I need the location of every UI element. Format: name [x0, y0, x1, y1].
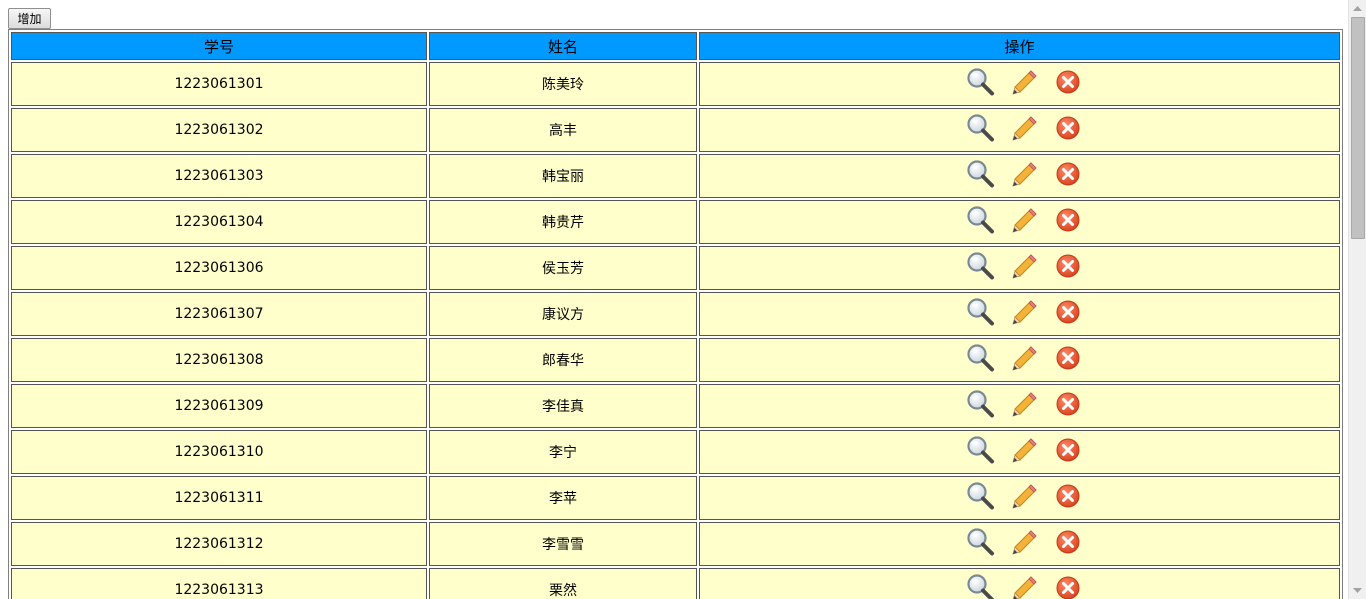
- student-name-cell: 高丰: [429, 108, 697, 152]
- edit-icon[interactable]: [1009, 67, 1039, 97]
- table-row: 1223061312 李雪雪: [11, 522, 1340, 566]
- edit-icon[interactable]: [1009, 435, 1039, 465]
- student-name-cell: 郎春华: [429, 338, 697, 382]
- delete-icon[interactable]: [1053, 481, 1083, 511]
- student-id-cell: 1223061311: [11, 476, 427, 520]
- view-icon[interactable]: [965, 159, 995, 189]
- view-icon[interactable]: [965, 389, 995, 419]
- actions-cell: [699, 338, 1340, 382]
- actions-cell: [699, 476, 1340, 520]
- actions-cell: [699, 568, 1340, 599]
- student-id-cell: 1223061307: [11, 292, 427, 336]
- table-row: 1223061311 李苹: [11, 476, 1340, 520]
- scroll-up-icon: [1353, 6, 1362, 11]
- edit-icon[interactable]: [1009, 251, 1039, 281]
- edit-icon[interactable]: [1009, 389, 1039, 419]
- student-name-cell: 陈美玲: [429, 62, 697, 106]
- add-button[interactable]: 增加: [8, 8, 51, 29]
- delete-icon[interactable]: [1053, 527, 1083, 557]
- view-icon[interactable]: [965, 297, 995, 327]
- column-header-student-id: 学号: [11, 32, 427, 60]
- actions-cell: [699, 430, 1340, 474]
- view-icon[interactable]: [965, 527, 995, 557]
- delete-icon[interactable]: [1053, 251, 1083, 281]
- student-name-cell: 李苹: [429, 476, 697, 520]
- table-row: 1223061303 韩宝丽: [11, 154, 1340, 198]
- view-icon[interactable]: [965, 435, 995, 465]
- delete-icon[interactable]: [1053, 113, 1083, 143]
- table-row: 1223061309 李佳真: [11, 384, 1340, 428]
- table-row: 1223061307 康议方: [11, 292, 1340, 336]
- table-row: 1223061301 陈美玲: [11, 62, 1340, 106]
- student-id-cell: 1223061302: [11, 108, 427, 152]
- edit-icon[interactable]: [1009, 297, 1039, 327]
- page: 增加 学号 姓名 操作 1223061301 陈美玲 1223061302 高丰…: [0, 0, 1349, 599]
- actions-cell: [699, 154, 1340, 198]
- student-name-cell: 韩宝丽: [429, 154, 697, 198]
- delete-icon[interactable]: [1053, 297, 1083, 327]
- edit-icon[interactable]: [1009, 205, 1039, 235]
- edit-icon[interactable]: [1009, 113, 1039, 143]
- student-name-cell: 康议方: [429, 292, 697, 336]
- student-id-cell: 1223061312: [11, 522, 427, 566]
- table-row: 1223061310 李宁: [11, 430, 1340, 474]
- delete-icon[interactable]: [1053, 389, 1083, 419]
- student-name-cell: 栗然: [429, 568, 697, 599]
- column-header-name: 姓名: [429, 32, 697, 60]
- student-id-cell: 1223061309: [11, 384, 427, 428]
- delete-icon[interactable]: [1053, 343, 1083, 373]
- actions-cell: [699, 62, 1340, 106]
- view-icon[interactable]: [965, 573, 995, 599]
- student-name-cell: 侯玉芳: [429, 246, 697, 290]
- view-icon[interactable]: [965, 251, 995, 281]
- vertical-scrollbar[interactable]: [1348, 0, 1366, 599]
- student-name-cell: 李雪雪: [429, 522, 697, 566]
- actions-cell: [699, 108, 1340, 152]
- scroll-down-icon: [1353, 588, 1362, 593]
- student-id-cell: 1223061304: [11, 200, 427, 244]
- edit-icon[interactable]: [1009, 343, 1039, 373]
- table-row: 1223061313 栗然: [11, 568, 1340, 599]
- student-id-cell: 1223061303: [11, 154, 427, 198]
- student-table: 学号 姓名 操作 1223061301 陈美玲 1223061302 高丰 12…: [8, 29, 1343, 599]
- table-row: 1223061304 韩贵芹: [11, 200, 1340, 244]
- actions-cell: [699, 200, 1340, 244]
- delete-icon[interactable]: [1053, 573, 1083, 599]
- actions-cell: [699, 384, 1340, 428]
- edit-icon[interactable]: [1009, 573, 1039, 599]
- scroll-down-arrow[interactable]: [1349, 582, 1366, 599]
- student-id-cell: 1223061313: [11, 568, 427, 599]
- student-id-cell: 1223061306: [11, 246, 427, 290]
- edit-icon[interactable]: [1009, 159, 1039, 189]
- delete-icon[interactable]: [1053, 205, 1083, 235]
- scroll-thumb[interactable]: [1351, 17, 1365, 239]
- delete-icon[interactable]: [1053, 159, 1083, 189]
- student-id-cell: 1223061301: [11, 62, 427, 106]
- actions-cell: [699, 292, 1340, 336]
- view-icon[interactable]: [965, 67, 995, 97]
- actions-cell: [699, 522, 1340, 566]
- view-icon[interactable]: [965, 481, 995, 511]
- student-id-cell: 1223061308: [11, 338, 427, 382]
- student-name-cell: 韩贵芹: [429, 200, 697, 244]
- delete-icon[interactable]: [1053, 67, 1083, 97]
- table-row: 1223061308 郎春华: [11, 338, 1340, 382]
- column-header-actions: 操作: [699, 32, 1340, 60]
- delete-icon[interactable]: [1053, 435, 1083, 465]
- actions-cell: [699, 246, 1340, 290]
- edit-icon[interactable]: [1009, 527, 1039, 557]
- edit-icon[interactable]: [1009, 481, 1039, 511]
- view-icon[interactable]: [965, 205, 995, 235]
- scroll-up-arrow[interactable]: [1349, 0, 1366, 17]
- student-id-cell: 1223061310: [11, 430, 427, 474]
- table-header-row: 学号 姓名 操作: [11, 32, 1340, 60]
- student-name-cell: 李宁: [429, 430, 697, 474]
- student-name-cell: 李佳真: [429, 384, 697, 428]
- view-icon[interactable]: [965, 343, 995, 373]
- view-icon[interactable]: [965, 113, 995, 143]
- table-row: 1223061306 侯玉芳: [11, 246, 1340, 290]
- table-row: 1223061302 高丰: [11, 108, 1340, 152]
